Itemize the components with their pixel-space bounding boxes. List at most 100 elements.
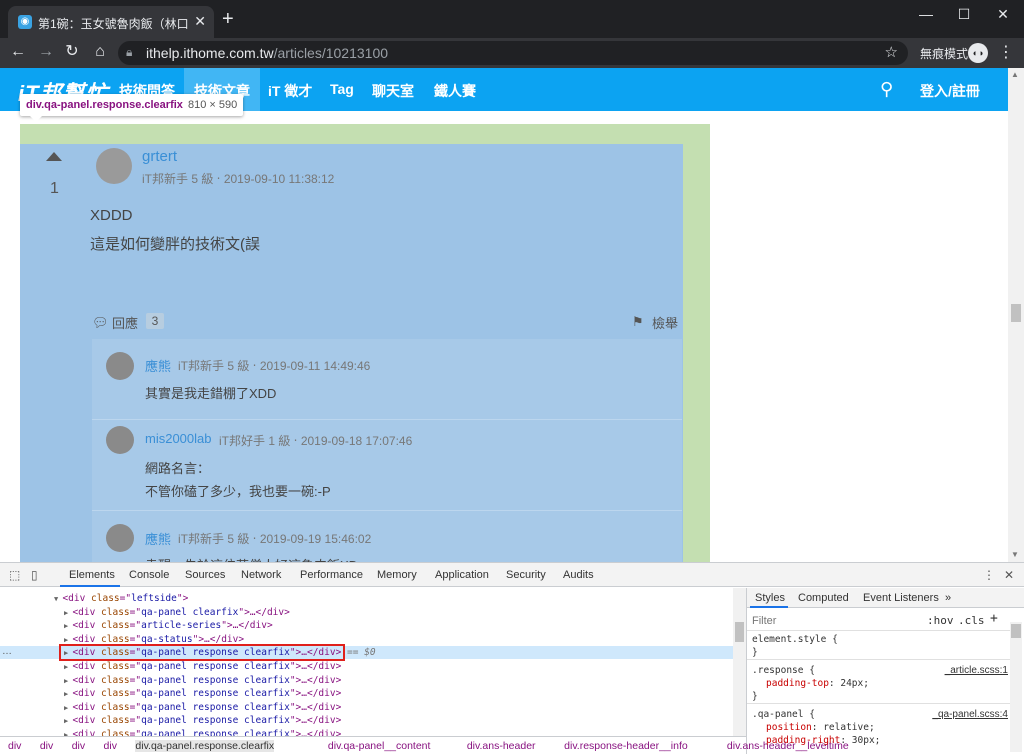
devtools-menu-icon[interactable]: ⋮ bbox=[983, 568, 995, 582]
breadcrumb-item[interactable]: div bbox=[104, 740, 117, 752]
reply-avatar[interactable] bbox=[106, 352, 134, 380]
dom-node[interactable]: ▶ <div class="qa-panel response clearfix… bbox=[0, 701, 746, 714]
dom-tree-scrollbar-thumb[interactable] bbox=[735, 622, 744, 642]
breadcrumb-item[interactable]: div bbox=[40, 740, 53, 752]
reply-author[interactable]: 應熊 bbox=[145, 356, 171, 375]
url-text: ithelp.ithome.com.tw/articles/10213100 bbox=[146, 45, 389, 61]
browser-tab[interactable]: ◉ 第1碗：玉女號魯肉飯（林口)_因 ✕ bbox=[8, 6, 214, 38]
style-rule-selector[interactable]: .qa-panel { bbox=[752, 709, 815, 720]
class-toggle[interactable]: .cls bbox=[958, 614, 985, 627]
nav-item-ironman[interactable]: 鐵人賽 bbox=[434, 81, 476, 101]
node-actions-ellipsis[interactable]: … bbox=[2, 646, 12, 657]
tab-audits[interactable]: Audits bbox=[563, 569, 594, 581]
reply-author[interactable]: 應熊 bbox=[145, 529, 171, 548]
nav-item-chatroom[interactable]: 聊天室 bbox=[372, 81, 414, 101]
breadcrumb-item[interactable]: div.response-header__info bbox=[564, 740, 688, 752]
tab-sources[interactable]: Sources bbox=[185, 569, 225, 581]
styles-divider bbox=[747, 659, 1010, 660]
dom-node[interactable]: ▶ <div class="qa-panel response clearfix… bbox=[0, 674, 746, 687]
tab-security[interactable]: Security bbox=[506, 569, 546, 581]
forward-button[interactable]: → bbox=[36, 43, 56, 61]
attr-value: leftside bbox=[131, 593, 177, 604]
attr-value: qa-panel response clearfix bbox=[141, 715, 290, 727]
author-name[interactable]: grtert bbox=[142, 148, 177, 165]
back-button[interactable]: ← bbox=[8, 43, 28, 61]
style-rule-selector[interactable]: element.style { bbox=[752, 634, 838, 645]
dom-tree[interactable]: ▼ <div class="leftside"> ▶ <div class="qa… bbox=[0, 588, 746, 736]
tab-styles[interactable]: Styles bbox=[755, 592, 785, 604]
reply-avatar[interactable] bbox=[106, 426, 134, 454]
dom-node[interactable]: ▶ <div class="qa-panel response clearfix… bbox=[0, 714, 746, 727]
tag-open: <div bbox=[72, 715, 102, 727]
tab-console[interactable]: Console bbox=[129, 569, 169, 581]
nav-item-tag[interactable]: Tag bbox=[330, 81, 354, 97]
css-property-value: : 24px; bbox=[828, 678, 869, 689]
breadcrumb-item[interactable]: div.qa-panel.response.clearfix bbox=[135, 740, 275, 752]
author-avatar[interactable] bbox=[96, 148, 132, 184]
dom-node[interactable]: ▶ <div class="qa-panel response clearfix… bbox=[0, 660, 746, 673]
reply-avatar[interactable] bbox=[106, 524, 134, 552]
breadcrumb-item[interactable]: div bbox=[72, 740, 85, 752]
address-bar[interactable]: 🔒︎ ithelp.ithome.com.tw/articles/1021310… bbox=[118, 41, 908, 65]
tab-event-listeners[interactable]: Event Listeners bbox=[863, 592, 939, 604]
reload-button[interactable]: ↻ bbox=[62, 43, 82, 61]
breadcrumb-item[interactable]: div bbox=[8, 740, 21, 752]
tab-performance[interactable]: Performance bbox=[300, 569, 363, 581]
breadcrumb-item[interactable]: div.ans-header bbox=[467, 740, 536, 752]
tag-close: ">…</div> bbox=[289, 674, 342, 686]
tag-open: <div bbox=[72, 674, 102, 686]
dom-node[interactable]: ▶ <div class="qa-panel response clearfix… bbox=[0, 687, 746, 700]
window-close-button[interactable]: ✕ bbox=[993, 6, 1013, 23]
dom-tree-scrollbar[interactable] bbox=[733, 588, 746, 736]
reply-text: 網路名言： bbox=[145, 461, 211, 476]
report-link[interactable]: 檢舉 bbox=[652, 313, 678, 332]
reply-label[interactable]: 回應 bbox=[112, 313, 138, 332]
style-declaration[interactable]: position: relative; bbox=[766, 722, 875, 733]
style-rule-selector[interactable]: .response { bbox=[752, 665, 815, 676]
hover-state-toggle[interactable]: :hov bbox=[927, 614, 954, 627]
browser-menu-icon[interactable]: ⋮ bbox=[998, 42, 1014, 62]
search-icon[interactable]: ⚲ bbox=[880, 79, 893, 100]
attr-value: qa-panel response clearfix bbox=[141, 701, 290, 713]
style-declaration[interactable]: padding-top: 24px; bbox=[766, 678, 869, 689]
inspect-element-icon[interactable]: ⬚ bbox=[9, 568, 20, 582]
scroll-up-arrow-icon[interactable]: ▲ bbox=[1011, 70, 1019, 79]
styles-divider bbox=[747, 703, 1010, 704]
incognito-icon[interactable]: ◐◑ bbox=[968, 43, 988, 63]
style-rule-source-link[interactable]: _article.scss:1 bbox=[945, 665, 1008, 676]
style-rule-source-link[interactable]: _qa-panel.scss:4 bbox=[932, 709, 1008, 720]
scroll-down-arrow-icon[interactable]: ▼ bbox=[1011, 550, 1019, 559]
more-tabs-chevron[interactable]: » bbox=[945, 592, 951, 604]
upvote-arrow-icon[interactable] bbox=[46, 152, 62, 161]
minimize-button[interactable]: — bbox=[916, 6, 936, 22]
maximize-button[interactable]: ☐ bbox=[954, 6, 974, 23]
page-scrollbar-thumb[interactable] bbox=[1011, 304, 1021, 322]
attr-name: class bbox=[101, 661, 130, 672]
tab-computed[interactable]: Computed bbox=[798, 592, 849, 604]
login-register-link[interactable]: 登入/註冊 bbox=[920, 81, 980, 101]
device-toolbar-icon[interactable]: ▯ bbox=[31, 568, 38, 582]
dom-node[interactable]: ▼ <div class="leftside"> bbox=[0, 592, 746, 605]
bookmark-star-icon[interactable]: ☆ bbox=[885, 43, 898, 61]
devtools-close-icon[interactable]: ✕ bbox=[1004, 568, 1014, 582]
tab-memory[interactable]: Memory bbox=[377, 569, 417, 581]
tab-application[interactable]: Application bbox=[435, 569, 489, 581]
dom-node[interactable]: ▶ <div class="article-series">…</div> bbox=[0, 619, 746, 632]
styles-filter-input[interactable] bbox=[752, 613, 917, 629]
dom-node[interactable]: ▶ <div class="qa-panel response clearfix… bbox=[0, 728, 746, 736]
style-declaration[interactable]: padding-right: 30px; bbox=[766, 735, 880, 746]
nav-item-jobs[interactable]: iT 徵才 bbox=[268, 81, 312, 101]
home-button[interactable]: ⌂ bbox=[90, 43, 110, 61]
tag-close: "> bbox=[176, 593, 189, 604]
breadcrumb-item[interactable]: div.qa-panel__content bbox=[328, 740, 431, 752]
styles-scrollbar-thumb[interactable] bbox=[1011, 624, 1021, 638]
reply-author[interactable]: mis2000lab bbox=[145, 431, 212, 446]
tab-elements[interactable]: Elements bbox=[69, 569, 115, 581]
close-tab-icon[interactable]: ✕ bbox=[194, 13, 206, 30]
new-tab-button[interactable]: + bbox=[222, 9, 234, 29]
styles-scrollbar[interactable] bbox=[1010, 622, 1022, 752]
tab-network[interactable]: Network bbox=[241, 569, 281, 581]
new-rule-button[interactable]: + bbox=[990, 611, 998, 626]
dom-node[interactable]: ▶ <div class="qa-panel clearfix">…</div> bbox=[0, 606, 746, 619]
attr-name: class bbox=[101, 715, 130, 727]
